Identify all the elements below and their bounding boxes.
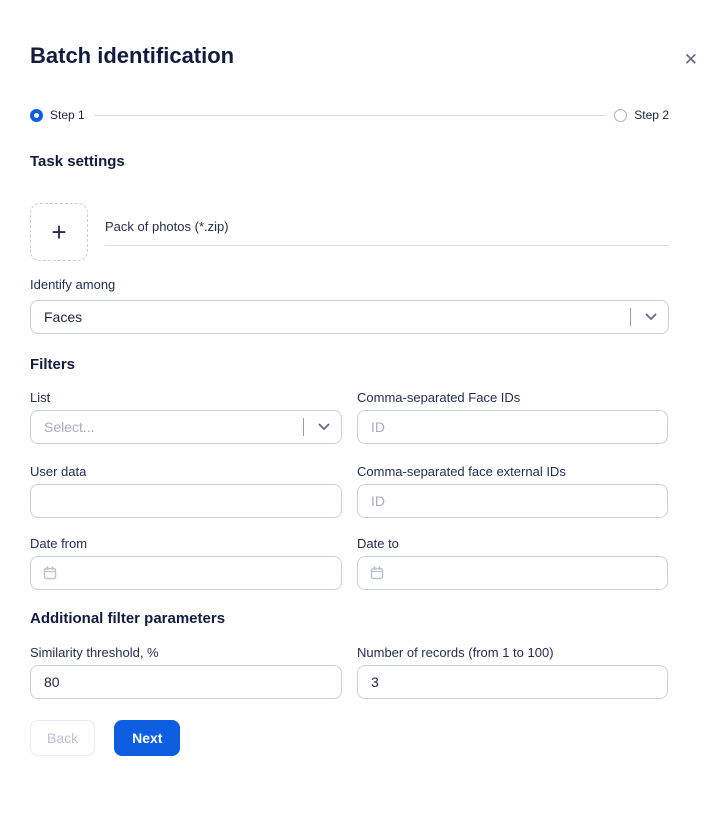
page-title: Batch identification bbox=[30, 42, 669, 69]
step1-radio-icon[interactable] bbox=[30, 109, 43, 122]
records-field: Number of records (from 1 to 100) bbox=[357, 645, 668, 699]
stepper-line bbox=[94, 115, 606, 116]
section-title-filters: Filters bbox=[30, 356, 669, 374]
date-to-field: Date to bbox=[357, 536, 668, 590]
select-divider bbox=[303, 418, 304, 436]
identify-among-field: Identify among Faces bbox=[30, 277, 669, 334]
face-ids-field: Comma-separated Face IDs bbox=[357, 390, 668, 444]
next-button[interactable]: Next bbox=[114, 720, 180, 756]
upload-row: + Pack of photos (*.zip) bbox=[30, 203, 669, 261]
external-ids-input[interactable] bbox=[357, 484, 668, 518]
stepper: Step 1 Step 2 bbox=[30, 108, 669, 122]
list-label: List bbox=[30, 390, 342, 406]
step2-label: Step 2 bbox=[634, 108, 669, 122]
chevron-down-icon bbox=[318, 423, 330, 431]
close-icon[interactable]: ✕ bbox=[684, 50, 698, 70]
additional-row: Similarity threshold, % Number of record… bbox=[30, 645, 669, 699]
select-divider bbox=[630, 308, 631, 326]
identify-among-label: Identify among bbox=[30, 277, 669, 293]
records-input[interactable] bbox=[357, 665, 668, 699]
upload-file-field[interactable]: Pack of photos (*.zip) bbox=[105, 203, 669, 246]
calendar-icon bbox=[369, 565, 385, 581]
plus-icon: + bbox=[51, 219, 66, 245]
user-data-field: User data bbox=[30, 464, 342, 518]
user-data-input[interactable] bbox=[30, 484, 342, 518]
back-button[interactable]: Back bbox=[30, 720, 95, 756]
section-title-task-settings: Task settings bbox=[30, 153, 669, 171]
filters-row-1: List Select... Comma-separated Face IDs bbox=[30, 390, 669, 444]
date-to-label: Date to bbox=[357, 536, 668, 552]
records-label: Number of records (from 1 to 100) bbox=[357, 645, 668, 661]
add-photos-button[interactable]: + bbox=[30, 203, 88, 261]
filters-row-2: User data Comma-separated face external … bbox=[30, 464, 669, 518]
list-placeholder: Select... bbox=[44, 419, 95, 435]
face-ids-input[interactable] bbox=[357, 410, 668, 444]
calendar-icon bbox=[42, 565, 58, 581]
date-from-field: Date from bbox=[30, 536, 342, 590]
similarity-label: Similarity threshold, % bbox=[30, 645, 342, 661]
face-ids-label: Comma-separated Face IDs bbox=[357, 390, 668, 406]
external-ids-label: Comma-separated face external IDs bbox=[357, 464, 668, 480]
batch-identification-dialog: ✕ Batch identification Step 1 Step 2 Tas… bbox=[0, 42, 714, 756]
identify-among-select[interactable]: Faces bbox=[30, 300, 669, 334]
date-from-input[interactable] bbox=[30, 556, 342, 590]
similarity-field: Similarity threshold, % bbox=[30, 645, 342, 699]
dialog-actions: Back Next bbox=[30, 720, 669, 756]
step2-radio-icon[interactable] bbox=[614, 109, 627, 122]
list-select[interactable]: Select... bbox=[30, 410, 342, 444]
date-from-label: Date from bbox=[30, 536, 342, 552]
date-to-input[interactable] bbox=[357, 556, 668, 590]
list-field: List Select... bbox=[30, 390, 342, 444]
filters-row-3: Date from Date to bbox=[30, 536, 669, 590]
upload-file-label: Pack of photos (*.zip) bbox=[105, 219, 229, 234]
similarity-input[interactable] bbox=[30, 665, 342, 699]
identify-among-value: Faces bbox=[44, 309, 82, 325]
section-title-additional-parameters: Additional filter parameters bbox=[30, 610, 669, 628]
step1-label: Step 1 bbox=[50, 108, 85, 122]
chevron-down-icon bbox=[645, 313, 657, 321]
external-ids-field: Comma-separated face external IDs bbox=[357, 464, 668, 518]
user-data-label: User data bbox=[30, 464, 342, 480]
